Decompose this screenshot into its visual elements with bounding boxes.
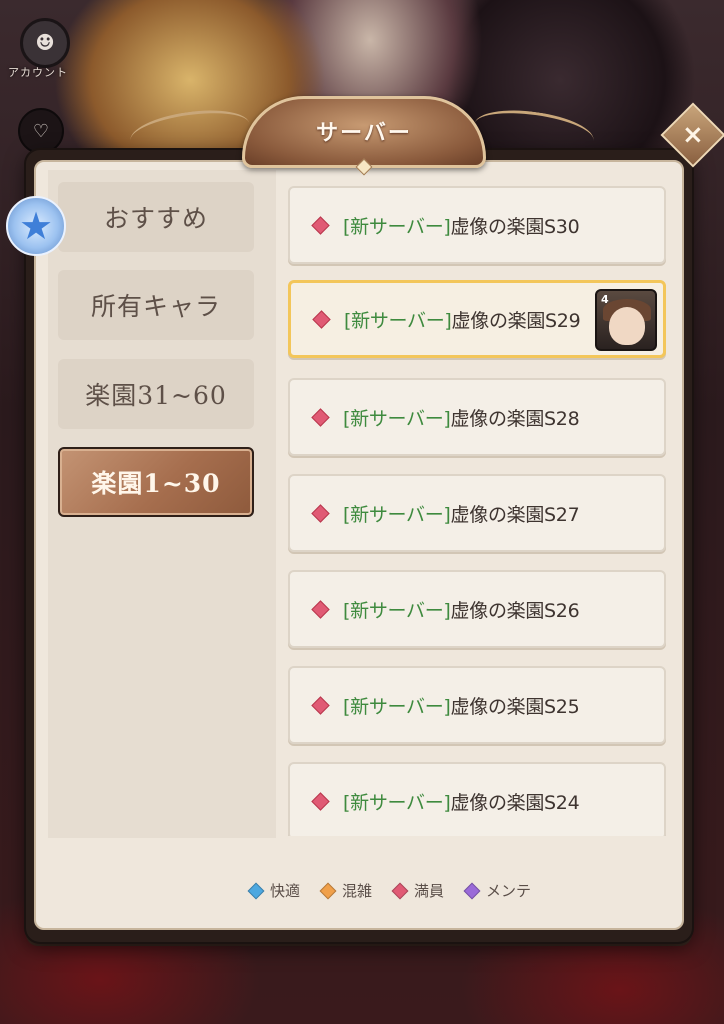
heart-button[interactable]: ♡ bbox=[18, 108, 64, 154]
new-server-tag: [新サーバー] bbox=[343, 503, 451, 526]
server-name: 虚像の楽園S24 bbox=[450, 791, 580, 814]
legend-item-crowded: 混雑 bbox=[319, 880, 373, 901]
star-icon: ★ bbox=[18, 204, 54, 248]
status-maintenance-icon bbox=[463, 882, 481, 899]
account-label: アカウント bbox=[8, 66, 68, 79]
server-label: [新サーバー]虚像の楽園S29 bbox=[344, 306, 581, 333]
account-icon: ☻ bbox=[35, 30, 55, 56]
server-row[interactable]: [新サーバー]虚像の楽園S24 bbox=[288, 762, 666, 836]
server-name: 虚像の楽園S29 bbox=[451, 309, 581, 332]
favorite-button[interactable]: ★ bbox=[6, 196, 66, 256]
legend-label: 混雑 bbox=[342, 882, 373, 900]
status-comfortable-icon bbox=[247, 882, 265, 899]
tab-label: 所有キャラ bbox=[90, 292, 221, 321]
avatar-face bbox=[609, 307, 645, 345]
server-row[interactable]: [新サーバー]虚像の楽園S27 bbox=[288, 474, 666, 552]
new-server-tag: [新サーバー] bbox=[343, 791, 451, 814]
new-server-tag: [新サーバー] bbox=[343, 407, 451, 430]
tab-owned-characters[interactable]: 所有キャラ bbox=[58, 270, 254, 340]
title-plate: サーバー bbox=[242, 96, 486, 176]
server-name: 虚像の楽園S27 bbox=[450, 503, 580, 526]
new-server-tag: [新サーバー] bbox=[343, 599, 451, 622]
tab-paradise-31-60[interactable]: 楽園31~60 bbox=[58, 359, 254, 429]
server-label: [新サーバー]虚像の楽園S25 bbox=[343, 692, 580, 719]
status-crowded-icon bbox=[319, 882, 337, 899]
server-name: 虚像の楽園S30 bbox=[450, 215, 580, 238]
server-list[interactable]: [新サーバー]虚像の楽園S30 [新サーバー]虚像の楽園S29 4 [新サーバー… bbox=[286, 180, 670, 836]
status-full-icon bbox=[312, 309, 331, 329]
dialog-title: サーバー bbox=[316, 120, 412, 146]
server-row[interactable]: [新サーバー]虚像の楽園S25 bbox=[288, 666, 666, 744]
tab-column: おすすめ 所有キャラ 楽園31~60 楽園1~30 bbox=[48, 170, 276, 838]
account-button[interactable]: ☻ bbox=[20, 18, 70, 68]
tab-paradise-1-30[interactable]: 楽園1~30 bbox=[58, 447, 254, 517]
legend-label: 満員 bbox=[414, 882, 445, 900]
server-row[interactable]: [新サーバー]虚像の楽園S28 bbox=[288, 378, 666, 456]
character-avatar: 4 bbox=[595, 289, 657, 351]
server-label: [新サーバー]虚像の楽園S30 bbox=[343, 212, 580, 239]
status-full-icon bbox=[311, 599, 330, 619]
legend-label: メンテ bbox=[486, 882, 532, 900]
new-server-tag: [新サーバー] bbox=[344, 309, 452, 332]
character-level: 4 bbox=[601, 293, 609, 306]
status-legend: 快適 混雑 満員 メンテ bbox=[247, 880, 553, 901]
server-label: [新サーバー]虚像の楽園S26 bbox=[343, 596, 580, 623]
close-icon: × bbox=[682, 119, 704, 150]
server-name: 虚像の楽園S25 bbox=[450, 695, 580, 718]
legend-item-comfortable: 快適 bbox=[247, 880, 301, 901]
status-full-icon bbox=[311, 407, 330, 427]
heart-icon: ♡ bbox=[32, 120, 50, 142]
new-server-tag: [新サーバー] bbox=[343, 215, 451, 238]
status-full-icon bbox=[391, 882, 409, 899]
server-name: 虚像の楽園S26 bbox=[450, 599, 580, 622]
server-name: 虚像の楽園S28 bbox=[450, 407, 580, 430]
tab-label: 楽園31~60 bbox=[85, 381, 227, 410]
tab-label: 楽園1~30 bbox=[91, 469, 221, 498]
legend-item-full: 満員 bbox=[391, 880, 445, 901]
server-row[interactable]: [新サーバー]虚像の楽園S30 bbox=[288, 186, 666, 264]
server-label: [新サーバー]虚像の楽園S24 bbox=[343, 788, 580, 815]
new-server-tag: [新サーバー] bbox=[343, 695, 451, 718]
legend-label: 快適 bbox=[270, 882, 301, 900]
status-full-icon bbox=[311, 695, 330, 715]
tab-label: おすすめ bbox=[103, 204, 208, 233]
status-full-icon bbox=[311, 791, 330, 811]
server-label: [新サーバー]虚像の楽園S27 bbox=[343, 500, 580, 527]
server-row-selected[interactable]: [新サーバー]虚像の楽園S29 4 bbox=[288, 280, 666, 358]
status-full-icon bbox=[311, 503, 330, 523]
legend-item-maintenance: メンテ bbox=[463, 880, 532, 901]
server-label: [新サーバー]虚像の楽園S28 bbox=[343, 404, 580, 431]
tab-recommended[interactable]: おすすめ bbox=[58, 182, 254, 252]
status-full-icon bbox=[311, 215, 330, 235]
server-row[interactable]: [新サーバー]虚像の楽園S26 bbox=[288, 570, 666, 648]
